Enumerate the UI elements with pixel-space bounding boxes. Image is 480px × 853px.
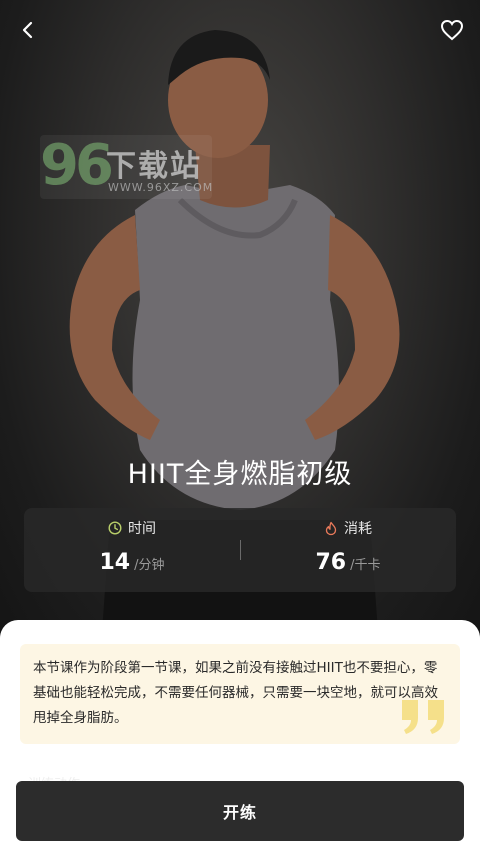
watermark-name: 下载站 [106,149,202,184]
watermark-url: WWW.96XZ.COM [108,181,214,194]
stat-calories-value-row: 76 /千卡 [240,550,456,575]
start-training-button[interactable]: 开练 [16,781,464,841]
course-description: 本节课作为阶段第一节课，如果之前没有接触过HIIT也不要担心，零基础也能轻松完成… [33,660,438,726]
course-title: HIIT全身燃脂初级 [127,459,353,490]
stat-calories-label: 消耗 [344,521,372,537]
stat-time-header: 时间 [24,518,240,538]
clock-icon [108,521,122,535]
site-watermark: 96 下载站 WWW.96XZ.COM [40,133,214,199]
flame-icon [325,521,337,535]
heart-icon [440,19,464,41]
stat-time-label: 时间 [128,521,156,537]
stat-time-value-row: 14 /分钟 [24,550,240,575]
favorite-button[interactable] [436,14,468,46]
stat-calories-value: 76 [315,550,347,575]
back-arrow-icon [22,21,33,39]
stat-time-unit: /分钟 [134,558,165,573]
watermark-number: 96 [40,133,114,198]
stat-calories-header: 消耗 [240,518,456,538]
stats-divider [240,540,241,560]
back-button[interactable] [12,14,44,46]
stat-calories: 消耗 76 /千卡 [240,508,456,592]
stat-time: 时间 14 /分钟 [24,508,240,592]
stat-time-value: 14 [99,550,131,575]
description-box: 本节课作为阶段第一节课，如果之前没有接触过HIIT也不要担心，零基础也能轻松完成… [20,644,460,744]
quote-icon [402,700,444,734]
stat-calories-unit: /千卡 [350,558,381,573]
